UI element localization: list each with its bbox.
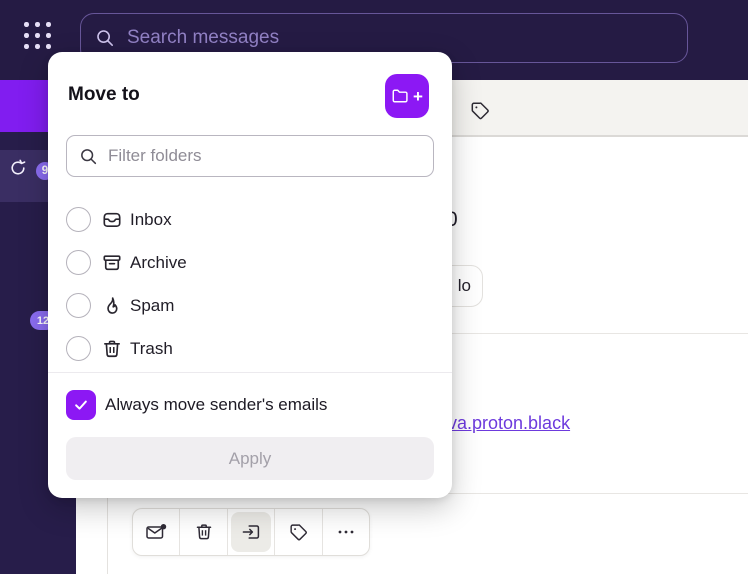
apply-button[interactable]: Apply	[66, 437, 434, 480]
message-link[interactable]: va.proton.black	[448, 413, 570, 434]
mark-unread-icon	[144, 522, 168, 542]
trash-button[interactable]	[179, 509, 226, 555]
tag-icon[interactable]	[469, 100, 491, 122]
move-to-button[interactable]	[227, 509, 274, 555]
move-to-popup: Move to + Inb	[48, 52, 452, 498]
plus-glyph: +	[413, 88, 423, 105]
folder-list: Inbox Archive	[48, 198, 452, 370]
message-toolbar	[132, 508, 370, 556]
folder-option-archive[interactable]: Archive	[48, 241, 452, 284]
more-options-icon	[335, 522, 357, 542]
checked-checkbox[interactable]	[66, 390, 96, 420]
move-to-folder-icon	[240, 522, 262, 542]
folder-option-trash[interactable]: Trash	[48, 327, 452, 370]
always-move-label: Always move sender's emails	[105, 395, 327, 415]
trash-icon	[101, 338, 123, 360]
checkmark-icon	[72, 396, 90, 414]
folder-option-inbox[interactable]: Inbox	[48, 198, 452, 241]
label-button[interactable]	[274, 509, 321, 555]
popup-title: Move to	[68, 84, 140, 106]
radio-unchecked[interactable]	[66, 207, 91, 232]
proton-mail-app: 9 12 0 lo va.proton.black	[0, 0, 752, 574]
inbox-icon	[101, 209, 123, 231]
folder-label: Trash	[130, 339, 173, 359]
mark-unread-button[interactable]	[133, 509, 179, 555]
more-options-button[interactable]	[322, 509, 369, 555]
folder-plus-icon	[391, 87, 411, 105]
label-icon	[288, 522, 309, 543]
fire-icon	[101, 295, 123, 317]
always-move-option[interactable]: Always move sender's emails	[66, 390, 327, 420]
search-input[interactable]	[127, 27, 673, 49]
radio-unchecked[interactable]	[66, 336, 91, 361]
app-switcher-grid-icon[interactable]	[24, 22, 52, 50]
archive-icon	[101, 252, 123, 274]
window-right-edge	[748, 0, 752, 574]
create-folder-button[interactable]: +	[385, 74, 429, 118]
folder-option-spam[interactable]: Spam	[48, 284, 452, 327]
filter-folders-input[interactable]	[108, 146, 421, 166]
refresh-icon[interactable]	[8, 158, 28, 178]
radio-unchecked[interactable]	[66, 293, 91, 318]
filter-folders-field[interactable]	[66, 135, 434, 177]
radio-unchecked[interactable]	[66, 250, 91, 275]
search-icon	[95, 28, 115, 48]
popup-divider	[48, 372, 452, 373]
trash-icon	[194, 522, 214, 542]
folder-label: Archive	[130, 253, 187, 273]
filter-search-icon	[79, 147, 98, 166]
folder-label: Spam	[130, 296, 174, 316]
folder-label: Inbox	[130, 210, 172, 230]
compose-button[interactable]	[0, 80, 48, 132]
